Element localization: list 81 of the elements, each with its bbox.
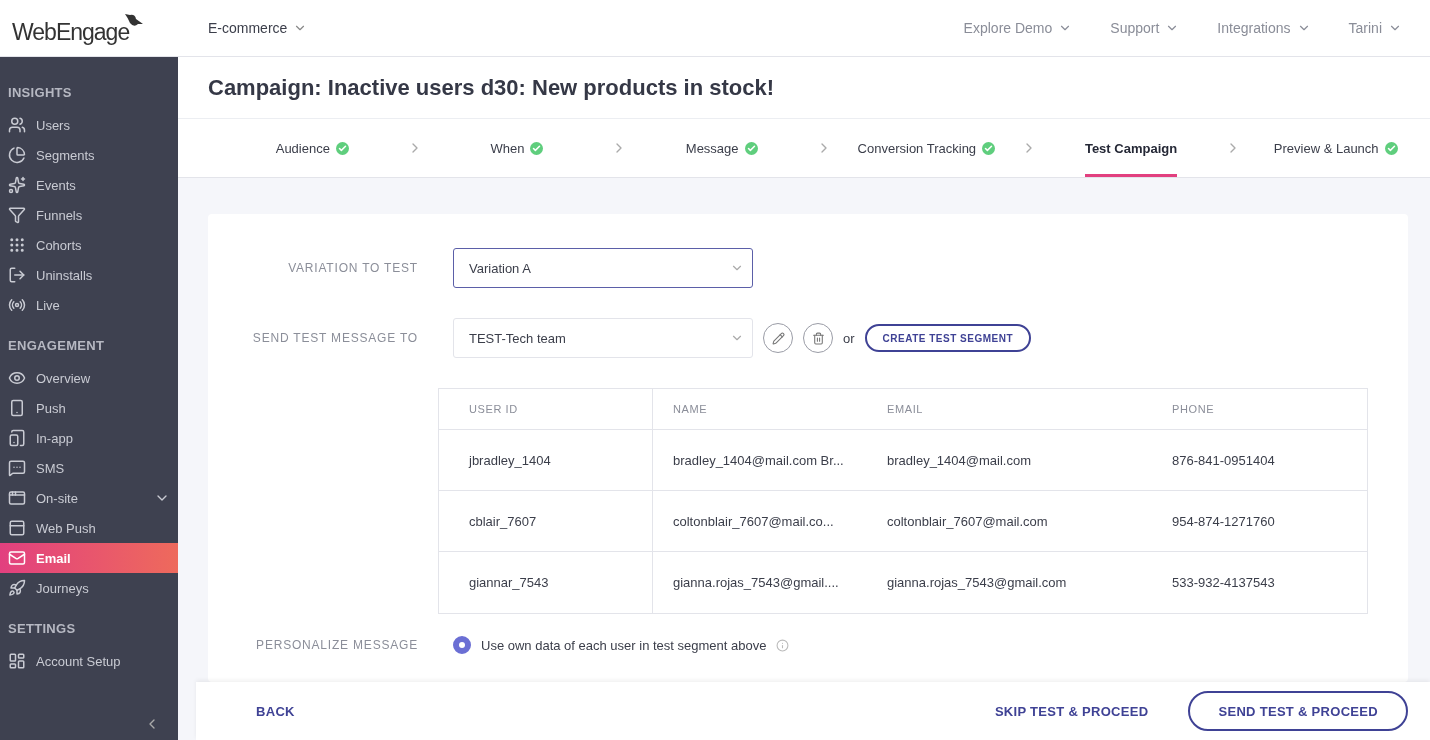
- nav-menu[interactable]: Explore Demo: [963, 20, 1073, 36]
- nav-menu[interactable]: Integrations: [1217, 20, 1311, 36]
- sidebar-item[interactable]: Funnels: [0, 200, 178, 230]
- field-label: SEND TEST MESSAGE TO: [251, 331, 419, 345]
- step-tab[interactable]: Conversion Tracking: [857, 119, 996, 177]
- table-cell: jbradley_1404: [439, 430, 653, 490]
- sidebar-item[interactable]: Uninstalls: [0, 260, 178, 290]
- segment-select[interactable]: TEST-Tech team: [453, 318, 753, 358]
- edit-button[interactable]: [763, 323, 793, 353]
- table-cell-text: 954-874-1271760: [1171, 512, 1276, 531]
- page-title: Campaign: Inactive users d30: New products in stock!: [178, 57, 1430, 118]
- sidebar-item[interactable]: Events: [0, 170, 178, 200]
- tablet-icon: [8, 429, 26, 447]
- field-label: VARIATION TO TEST: [287, 261, 419, 275]
- table-cell-text: gianna.rojas_7543@gmail....: [672, 574, 840, 592]
- column-header: USER ID: [439, 389, 653, 429]
- star-icon: [8, 176, 26, 194]
- radio-label: Use own data of each user in test segment above: [481, 637, 767, 653]
- or-text: or: [843, 330, 855, 346]
- sidebar-item[interactable]: Live: [0, 290, 178, 320]
- create-segment-button[interactable]: CREATE TEST SEGMENT: [864, 324, 1031, 352]
- dashboard-icon: [8, 652, 26, 670]
- skip-link[interactable]: SKIP TEST & PROCEED: [994, 699, 1149, 723]
- variation-select[interactable]: Variation A: [453, 248, 753, 288]
- chat-icon: [8, 459, 26, 477]
- info-icon: [776, 638, 790, 652]
- table-cell-text: 533-932-4137543: [1171, 574, 1276, 592]
- pencil-icon: [771, 331, 785, 345]
- column-header: EMAIL: [886, 402, 924, 417]
- mail-icon: [8, 549, 26, 567]
- sidebar-item[interactable]: Push: [0, 393, 178, 423]
- step-tab[interactable]: Audience: [275, 119, 349, 177]
- sidebar-item[interactable]: Journeys: [0, 573, 178, 603]
- sidebar-item[interactable]: Overview: [0, 363, 178, 393]
- grid-icon: [8, 236, 26, 254]
- window-icon: [8, 489, 26, 507]
- sidebar-item[interactable]: Web Push: [0, 513, 178, 543]
- broadcast-icon: [8, 296, 26, 314]
- step-tab[interactable]: Test Campaign: [1084, 119, 1178, 177]
- exit-icon: [8, 266, 26, 284]
- sidebar-item[interactable]: Account Setup: [0, 646, 178, 676]
- sidebar-item[interactable]: Segments: [0, 140, 178, 170]
- funnel-icon: [8, 206, 26, 224]
- sidebar-item[interactable]: Email: [0, 543, 178, 573]
- nav-menu[interactable]: Support: [1110, 20, 1180, 36]
- table-cell: cblair_7607: [439, 491, 653, 551]
- sidebar-item[interactable]: In-app: [0, 423, 178, 453]
- eye-icon: [8, 369, 26, 387]
- nav-menu[interactable]: Tarini: [1348, 20, 1402, 36]
- step-tab[interactable]: Preview & Launch: [1273, 119, 1398, 177]
- project-dropdown[interactable]: E-commerce: [208, 20, 308, 36]
- table-cell-text: bradley_1404@mail.com Br...: [672, 451, 845, 470]
- table-cell-text: gianna.rojas_7543@gmail.com: [886, 574, 1068, 592]
- radio-button[interactable]: [453, 636, 471, 654]
- table-cell-text: 876-841-0951404: [1171, 451, 1276, 470]
- phone-icon: [8, 399, 26, 417]
- sidebar-item[interactable]: Users: [0, 110, 178, 140]
- field-label: PERSONALIZE MESSAGE: [255, 638, 419, 652]
- sidebar-item[interactable]: On-site: [0, 483, 178, 513]
- table-cell-text: coltonblair_7607@mail.co...: [672, 512, 835, 531]
- send-test-button[interactable]: SEND TEST & PROCEED: [1188, 691, 1408, 731]
- sidebar-section-title: ENGAGEMENT: [7, 337, 106, 355]
- sidebar-item[interactable]: SMS: [0, 453, 178, 483]
- logo: WebEngage: [12, 19, 130, 46]
- step-tab[interactable]: Message: [685, 119, 758, 177]
- sidebar-item[interactable]: Cohorts: [0, 230, 178, 260]
- table-cell-text: coltonblair_7607@mail.com: [886, 512, 1049, 531]
- browser-icon: [8, 519, 26, 537]
- step-tab[interactable]: When: [490, 119, 544, 177]
- trash-icon: [811, 331, 825, 345]
- sidebar-section-title: INSIGHTS: [7, 84, 73, 102]
- table-cell: giannar_7543: [439, 552, 653, 613]
- delete-button[interactable]: [803, 323, 833, 353]
- users-icon: [8, 116, 26, 134]
- column-header: PHONE: [1171, 402, 1216, 417]
- column-header: NAME: [672, 402, 709, 417]
- back-link[interactable]: BACK: [256, 699, 295, 723]
- rocket-icon: [8, 579, 26, 597]
- table-cell-text: bradley_1404@mail.com: [886, 451, 1032, 470]
- pie-chart-icon: [8, 146, 26, 164]
- sidebar-section-title: SETTINGS: [7, 620, 77, 638]
